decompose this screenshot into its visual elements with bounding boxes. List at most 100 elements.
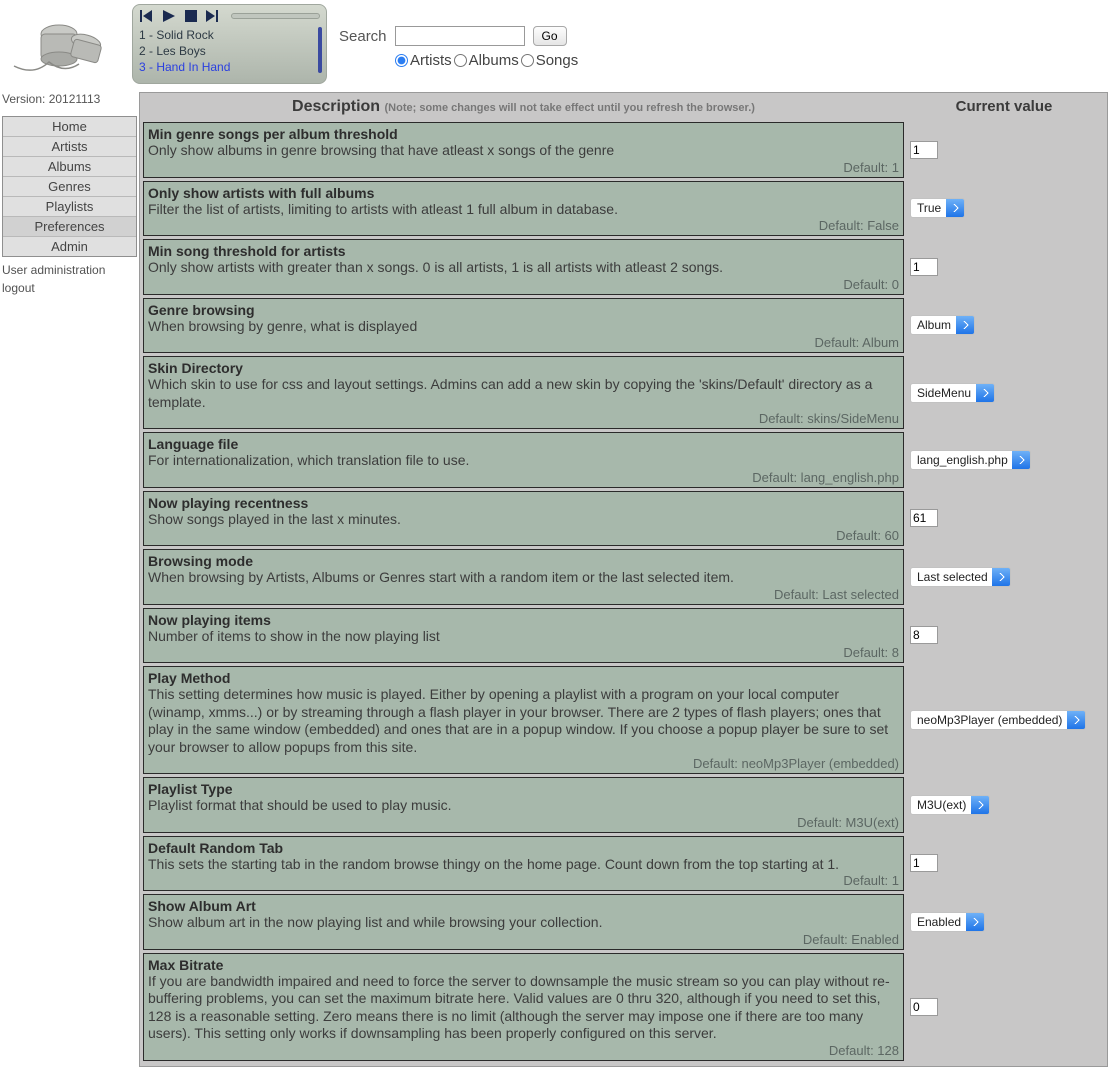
pref-select[interactable]: Enabled xyxy=(910,912,985,932)
pref-title: Play Method xyxy=(148,670,899,686)
pref-body: This setting determines how music is pla… xyxy=(148,686,899,756)
pref-input[interactable] xyxy=(910,998,938,1016)
pref-title: Show Album Art xyxy=(148,898,899,914)
pref-description: Now playing itemsNumber of items to show… xyxy=(143,608,904,664)
player-volume-bar[interactable] xyxy=(318,27,322,73)
pref-value-cell: SideMenu xyxy=(904,383,1104,403)
pref-body: Only show albums in genre browsing that … xyxy=(148,142,899,160)
pref-title: Now playing items xyxy=(148,612,899,628)
version-text: Version: 20121113 xyxy=(2,92,137,106)
pref-select[interactable]: M3U(ext) xyxy=(910,795,990,815)
playlist-item[interactable]: 1 - Solid Rock xyxy=(139,27,320,43)
pref-select[interactable]: lang_english.php xyxy=(910,450,1031,470)
pref-input[interactable] xyxy=(910,509,938,527)
pref-title: Playlist Type xyxy=(148,781,899,797)
pref-default: Default: skins/SideMenu xyxy=(148,411,899,426)
pref-title: Default Random Tab xyxy=(148,840,899,856)
player-progress-bar[interactable] xyxy=(231,13,320,19)
pref-description: Skin DirectoryWhich skin to use for css … xyxy=(143,356,904,429)
pref-value-cell xyxy=(904,998,1104,1016)
pref-description: Show Album ArtShow album art in the now … xyxy=(143,894,904,950)
pref-input[interactable] xyxy=(910,141,938,159)
pref-body: If you are bandwidth impaired and need t… xyxy=(148,973,899,1043)
pref-select[interactable]: True xyxy=(910,198,965,218)
pref-input[interactable] xyxy=(910,258,938,276)
pref-default: Default: neoMp3Player (embedded) xyxy=(148,756,899,771)
pref-description: Max BitrateIf you are bandwidth impaired… xyxy=(143,953,904,1061)
pref-default: Default: M3U(ext) xyxy=(148,815,899,830)
pref-value-cell xyxy=(904,626,1104,644)
pref-title: Now playing recentness xyxy=(148,495,899,511)
pref-title: Browsing mode xyxy=(148,553,899,569)
pref-default: Default: 0 xyxy=(148,277,899,292)
pref-input[interactable] xyxy=(910,854,938,872)
pref-description: Min song threshold for artistsOnly show … xyxy=(143,239,904,295)
search-label: Search xyxy=(339,28,387,45)
music-player: 1 - Solid Rock2 - Les Boys3 - Hand In Ha… xyxy=(132,4,327,84)
pref-select[interactable]: SideMenu xyxy=(910,383,995,403)
pref-default: Default: False xyxy=(148,218,899,233)
pref-select[interactable]: Last selected xyxy=(910,567,1011,587)
pref-body: Show songs played in the last x minutes. xyxy=(148,511,899,529)
search-scope-radios: Artists Albums Songs xyxy=(395,52,580,69)
pref-description: Now playing recentnessShow songs played … xyxy=(143,491,904,547)
pref-body: Which skin to use for css and layout set… xyxy=(148,376,899,411)
pref-value-cell: Enabled xyxy=(904,912,1104,932)
column-header-description: Description xyxy=(292,98,380,115)
pref-value-cell: lang_english.php xyxy=(904,450,1104,470)
pref-description: Default Random TabThis sets the starting… xyxy=(143,836,904,892)
search-go-button[interactable]: Go xyxy=(533,26,567,46)
nav-item-admin[interactable]: Admin xyxy=(3,236,136,256)
pref-body: Filter the list of artists, limiting to … xyxy=(148,201,899,219)
pref-body: Show album art in the now playing list a… xyxy=(148,914,899,932)
nav-item-albums[interactable]: Albums xyxy=(3,156,136,176)
nav-item-playlists[interactable]: Playlists xyxy=(3,196,136,216)
pref-description: Language fileFor internationalization, w… xyxy=(143,432,904,488)
pref-description: Browsing modeWhen browsing by Artists, A… xyxy=(143,549,904,605)
pref-body: Playlist format that should be used to p… xyxy=(148,797,899,815)
pref-default: Default: Enabled xyxy=(148,932,899,947)
pref-default: Default: 8 xyxy=(148,645,899,660)
pref-default: Default: 128 xyxy=(148,1043,899,1058)
nav-item-preferences[interactable]: Preferences xyxy=(3,216,136,236)
search-input[interactable] xyxy=(395,26,525,46)
pref-title: Min genre songs per album threshold xyxy=(148,126,899,142)
pref-title: Min song threshold for artists xyxy=(148,243,899,259)
pref-body: This sets the starting tab in the random… xyxy=(148,856,899,874)
pref-body: For internationalization, which translat… xyxy=(148,452,899,470)
pref-value-cell xyxy=(904,258,1104,276)
pref-default: Default: 1 xyxy=(148,160,899,175)
pref-input[interactable] xyxy=(910,626,938,644)
radio-songs[interactable] xyxy=(521,54,534,67)
pref-default: Default: Last selected xyxy=(148,587,899,602)
pref-description: Playlist TypePlaylist format that should… xyxy=(143,777,904,833)
pref-description: Only show artists with full albumsFilter… xyxy=(143,181,904,237)
player-prev-icon[interactable] xyxy=(139,9,155,23)
pref-value-cell: neoMp3Player (embedded) xyxy=(904,710,1104,730)
nav-item-artists[interactable]: Artists xyxy=(3,136,136,156)
player-play-icon[interactable] xyxy=(161,9,177,23)
pref-body: Number of items to show in the now playi… xyxy=(148,628,899,646)
pref-select[interactable]: Album xyxy=(910,315,975,335)
playlist-item[interactable]: 2 - Les Boys xyxy=(139,43,320,59)
pref-value-cell: Album xyxy=(904,315,1104,335)
nav-item-genres[interactable]: Genres xyxy=(3,176,136,196)
pref-select[interactable]: neoMp3Player (embedded) xyxy=(910,710,1086,730)
sidebar-link-logout[interactable]: logout xyxy=(2,279,137,297)
radio-artists[interactable] xyxy=(395,54,408,67)
pref-body: Only show artists with greater than x so… xyxy=(148,259,899,277)
player-stop-icon[interactable] xyxy=(183,9,199,23)
playlist-item[interactable]: 3 - Hand In Hand xyxy=(139,59,320,75)
sidebar-link-user-administration[interactable]: User administration xyxy=(2,261,137,279)
nav-item-home[interactable]: Home xyxy=(3,117,136,136)
pref-body: When browsing by Artists, Albums or Genr… xyxy=(148,569,899,587)
pref-default: Default: lang_english.php xyxy=(148,470,899,485)
column-header-note: (Note; some changes will not take effect… xyxy=(385,102,755,114)
pref-value-cell xyxy=(904,141,1104,159)
pref-title: Genre browsing xyxy=(148,302,899,318)
pref-description: Min genre songs per album thresholdOnly … xyxy=(143,122,904,178)
pref-value-cell xyxy=(904,509,1104,527)
radio-albums[interactable] xyxy=(454,54,467,67)
player-next-icon[interactable] xyxy=(205,9,221,23)
pref-default: Default: 1 xyxy=(148,873,899,888)
